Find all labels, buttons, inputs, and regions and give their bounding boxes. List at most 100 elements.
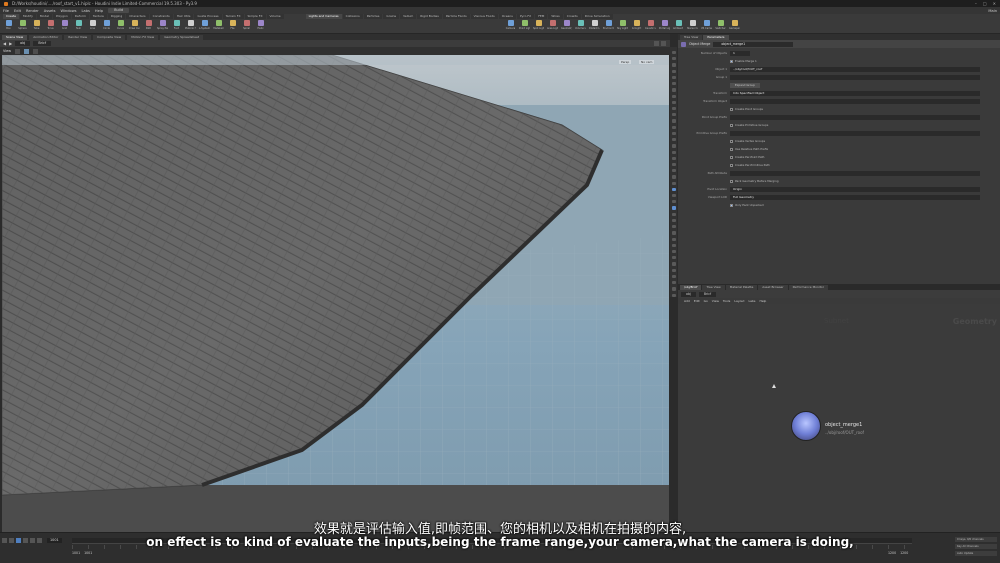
- shelf-tool[interactable]: Grid: [59, 20, 70, 33]
- pin-icon[interactable]: [654, 41, 659, 46]
- display-tool-icon[interactable]: [671, 150, 676, 154]
- parameter-field[interactable]: [730, 170, 980, 176]
- display-options-icon[interactable]: [33, 48, 39, 54]
- shelf-tool[interactable]: Spray Paint: [157, 20, 168, 33]
- display-tool-icon[interactable]: [671, 243, 676, 247]
- shelf-tab[interactable]: Create: [3, 14, 19, 19]
- parameter-field[interactable]: [730, 114, 980, 120]
- display-tool-icon[interactable]: [671, 57, 676, 61]
- minimize-button[interactable]: –: [975, 1, 977, 6]
- shelf-tool[interactable]: Font: [171, 20, 182, 33]
- shelf-tool[interactable]: Spot Light: [533, 20, 544, 33]
- display-tool-icon[interactable]: [671, 256, 676, 260]
- checkbox[interactable]: [730, 179, 733, 183]
- parameter-field[interactable]: Full Geometry: [730, 194, 980, 200]
- checkbox[interactable]: [730, 107, 733, 111]
- display-tool-icon[interactable]: [671, 94, 676, 98]
- display-tool-icon[interactable]: [671, 156, 676, 160]
- display-tool-icon[interactable]: [671, 274, 676, 279]
- checkbox[interactable]: [730, 203, 733, 207]
- checkbox[interactable]: [730, 147, 733, 151]
- display-tool-icon[interactable]: [671, 225, 676, 229]
- back-arrow-icon[interactable]: ◀: [3, 41, 6, 46]
- shelf-tool[interactable]: GI Light: [631, 20, 642, 33]
- display-tool-icon[interactable]: [671, 206, 676, 210]
- display-tool-icon[interactable]: [671, 106, 676, 111]
- shelf-tool[interactable]: Gamepad Camera: [729, 20, 740, 33]
- shelf-tab[interactable]: Rigid Bodies: [417, 14, 442, 19]
- shelf-tab[interactable]: Lights and Cameras: [305, 14, 342, 19]
- path-object[interactable]: Bricf: [33, 41, 52, 46]
- menu-edit[interactable]: Edit: [14, 9, 21, 13]
- persp-menu[interactable]: Persp: [619, 60, 632, 64]
- network-menu-item[interactable]: Edit: [694, 299, 700, 303]
- parameter-field[interactable]: [730, 74, 980, 80]
- shelf-tab[interactable]: Terrain FX: [222, 14, 244, 19]
- display-tool-icon[interactable]: [671, 262, 676, 266]
- shelf-tool[interactable]: Ambient Light: [673, 20, 684, 33]
- menu-windows[interactable]: Windows: [60, 9, 76, 13]
- display-tool-icon[interactable]: [671, 100, 676, 104]
- shelf-tool[interactable]: Metaball: [213, 20, 224, 33]
- main-menu[interactable]: Main: [988, 9, 997, 13]
- checkbox[interactable]: [730, 155, 733, 159]
- shelf-tab[interactable]: Deform: [71, 14, 89, 19]
- shelf-tool[interactable]: Null: [73, 20, 84, 33]
- display-tool-icon[interactable]: [671, 200, 676, 204]
- display-tool-icon[interactable]: [671, 144, 676, 148]
- shelf-tab[interactable]: Rigging: [107, 14, 126, 19]
- display-tool-icon[interactable]: [671, 218, 676, 223]
- display-tool-icon[interactable]: [671, 162, 676, 167]
- display-tool-icon[interactable]: [671, 181, 676, 185]
- display-tool-icon[interactable]: [671, 63, 676, 67]
- network-tab[interactable]: /obj/Bricf: [680, 285, 702, 290]
- shelf-tool[interactable]: Curve: [115, 20, 126, 33]
- shelf-tool[interactable]: Sphere: [17, 20, 28, 33]
- display-tool-icon[interactable]: [671, 69, 676, 73]
- shelf-tool[interactable]: Environment Light: [603, 20, 614, 33]
- scene-viewport[interactable]: Persp No cam: [2, 55, 669, 532]
- display-tool-icon[interactable]: [671, 237, 676, 241]
- shelf-tool[interactable]: Spiral: [241, 20, 252, 33]
- network-menu-item[interactable]: Layout: [734, 299, 744, 303]
- display-tool-icon[interactable]: [671, 194, 676, 198]
- shelf-tool[interactable]: Circle: [101, 20, 112, 33]
- camera-menu[interactable]: No cam: [639, 60, 655, 64]
- range-end-field-2[interactable]: 1200: [900, 551, 908, 555]
- node-name-field[interactable]: object_merge1: [713, 41, 794, 47]
- object-merge-node[interactable]: [791, 411, 821, 441]
- shelf-tab[interactable]: Model: [36, 14, 52, 19]
- shelf-tool[interactable]: Switcher: [715, 20, 726, 33]
- display-tool-icon[interactable]: [671, 119, 676, 123]
- network-tab[interactable]: Material Palette: [725, 285, 758, 290]
- menu-file[interactable]: File: [3, 9, 9, 13]
- shelf-tab[interactable]: Collisions: [342, 14, 363, 19]
- shelf-tool[interactable]: L-System: [199, 20, 210, 33]
- display-tool-icon[interactable]: [671, 82, 676, 86]
- display-tool-icon[interactable]: [671, 51, 676, 55]
- network-menu-item[interactable]: Go: [704, 299, 708, 303]
- shelf-tab[interactable]: Polygon: [52, 14, 71, 19]
- display-tool-icon[interactable]: [671, 281, 676, 285]
- shelf-tab[interactable]: Drive Simulation: [581, 14, 613, 19]
- network-path-object[interactable]: Bricf: [698, 291, 717, 297]
- display-tool-icon[interactable]: [671, 287, 676, 291]
- network-menu-item[interactable]: Tools: [723, 299, 730, 303]
- shelf-tool[interactable]: VR Camera: [701, 20, 712, 33]
- shelf-tool[interactable]: Portal Light: [659, 20, 670, 33]
- display-tool-icon[interactable]: [671, 187, 676, 192]
- shelf-tool[interactable]: Camera: [505, 20, 516, 33]
- shelf-tool[interactable]: Point Light: [519, 20, 530, 33]
- shelf-tool[interactable]: File: [227, 20, 238, 33]
- display-tool-icon[interactable]: [671, 231, 676, 235]
- shelf-tool[interactable]: Platonic Solids: [185, 20, 196, 33]
- parameter-field[interactable]: [730, 98, 980, 104]
- shelf-tool[interactable]: Torus: [45, 20, 56, 33]
- menu-help[interactable]: Help: [95, 9, 103, 13]
- parameter-field[interactable]: 1: [730, 50, 750, 56]
- shelf-tab[interactable]: Particle Fluids: [442, 14, 470, 19]
- tab-parameters[interactable]: Parameters: [703, 35, 729, 40]
- shelf-tab[interactable]: Volume: [266, 14, 284, 19]
- shelf-tab[interactable]: Particles: [363, 14, 383, 19]
- network-menu-item[interactable]: View: [712, 299, 719, 303]
